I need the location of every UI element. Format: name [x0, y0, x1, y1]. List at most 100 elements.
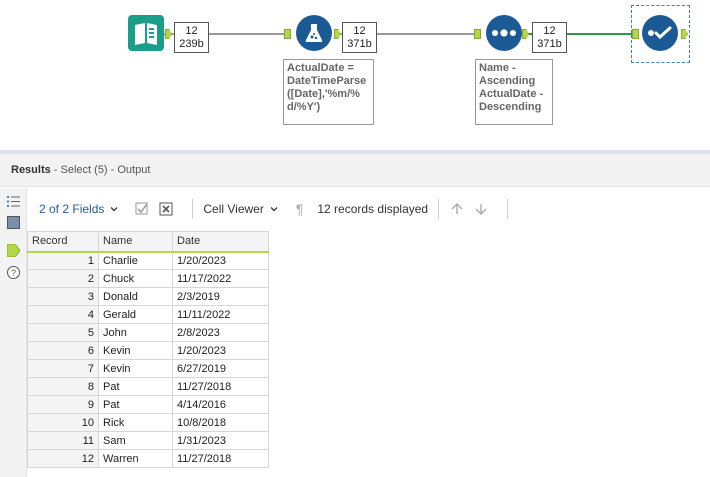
- grid-header-row: Record Name Date: [27, 231, 269, 253]
- results-title: Results: [11, 164, 51, 176]
- date-cell[interactable]: 11/11/2022: [172, 305, 269, 324]
- viewer-dropdown[interactable]: Cell Viewer: [203, 202, 278, 216]
- table-row[interactable]: 3 Donald 2/3/2019: [27, 287, 269, 306]
- name-cell[interactable]: Donald: [98, 287, 173, 306]
- record-cell[interactable]: 8: [27, 377, 99, 396]
- name-cell[interactable]: Warren: [98, 449, 173, 468]
- select-tool[interactable]: [642, 15, 678, 51]
- dots-icon: [492, 29, 516, 37]
- sort-annotation[interactable]: Name - Ascending ActualDate - Descending: [475, 59, 553, 125]
- arrow-down-icon[interactable]: [473, 201, 489, 217]
- record-count-badge: 12 371b: [532, 22, 567, 53]
- input-anchor[interactable]: [474, 29, 481, 39]
- record-cell[interactable]: 4: [27, 305, 99, 324]
- name-cell[interactable]: Kevin: [98, 359, 173, 378]
- column-header-name[interactable]: Name: [98, 231, 173, 253]
- formula-annotation[interactable]: ActualDate = DateTimeParse ([Date],'%m/%…: [283, 59, 374, 125]
- record-cell[interactable]: 2: [27, 269, 99, 288]
- fields-dropdown[interactable]: 2 of 2 Fields: [39, 202, 118, 216]
- date-cell[interactable]: 10/8/2018: [172, 413, 269, 432]
- toolbar-separator: [507, 199, 509, 219]
- date-cell[interactable]: 6/27/2019: [172, 359, 269, 378]
- flask-icon: [305, 24, 323, 42]
- sort-tool[interactable]: [486, 15, 522, 51]
- record-cell[interactable]: 12: [27, 449, 99, 468]
- table-row[interactable]: 10 Rick 10/8/2018: [27, 413, 269, 432]
- toolbar-separator: [438, 199, 440, 219]
- input-anchor[interactable]: [284, 29, 291, 39]
- date-cell[interactable]: 11/27/2018: [172, 449, 269, 468]
- pilcrow-icon[interactable]: ¶: [296, 201, 304, 217]
- table-row[interactable]: 1 Charlie 1/20/2023: [27, 251, 269, 270]
- name-cell[interactable]: Pat: [98, 395, 173, 414]
- date-cell[interactable]: 1/20/2023: [172, 341, 269, 360]
- svg-text:?: ?: [11, 268, 16, 278]
- results-header: Results - Select (5) - Output: [0, 154, 710, 187]
- results-subtitle: - Select (5) - Output: [50, 164, 151, 176]
- name-cell[interactable]: Gerald: [98, 305, 173, 324]
- list-icon[interactable]: [7, 195, 20, 208]
- badge-size: 371b: [347, 38, 372, 50]
- book-icon: [135, 23, 157, 45]
- toolbar-separator: [192, 199, 194, 219]
- viewer-label: Cell Viewer: [203, 202, 264, 216]
- checkbox-icon[interactable]: [134, 201, 150, 217]
- table-row[interactable]: 5 John 2/8/2023: [27, 323, 269, 342]
- table-row[interactable]: 12 Warren 11/27/2018: [27, 449, 269, 468]
- date-cell[interactable]: 2/3/2019: [172, 287, 269, 306]
- deselect-icon[interactable]: [158, 201, 174, 217]
- record-cell[interactable]: 7: [27, 359, 99, 378]
- table-row[interactable]: 4 Gerald 11/11/2022: [27, 305, 269, 324]
- date-cell[interactable]: 1/20/2023: [172, 251, 269, 270]
- date-cell[interactable]: 11/27/2018: [172, 377, 269, 396]
- workflow-canvas[interactable]: 12 239b 12 371b ActualDate = DateTimePar…: [0, 0, 710, 150]
- date-cell[interactable]: 1/31/2023: [172, 431, 269, 450]
- output-anchor[interactable]: [165, 29, 172, 39]
- record-cell[interactable]: 10: [27, 413, 99, 432]
- table-row[interactable]: 7 Kevin 6/27/2019: [27, 359, 269, 378]
- badge-records: 12: [543, 25, 556, 37]
- badge-records: 12: [185, 25, 198, 37]
- date-cell[interactable]: 11/17/2022: [172, 269, 269, 288]
- table-row[interactable]: 9 Pat 4/14/2016: [27, 395, 269, 414]
- checkmark-icon: [648, 26, 672, 40]
- formula-tool[interactable]: [296, 15, 332, 51]
- name-cell[interactable]: Rick: [98, 413, 173, 432]
- record-cell[interactable]: 11: [27, 431, 99, 450]
- column-header-date[interactable]: Date: [172, 231, 269, 253]
- name-cell[interactable]: Charlie: [98, 251, 173, 270]
- table-row[interactable]: 2 Chuck 11/17/2022: [27, 269, 269, 288]
- name-cell[interactable]: Pat: [98, 377, 173, 396]
- output-anchor-icon[interactable]: [7, 244, 20, 257]
- table-row[interactable]: 11 Sam 1/31/2023: [27, 431, 269, 450]
- record-cell[interactable]: 5: [27, 323, 99, 342]
- output-anchor[interactable]: [522, 29, 529, 39]
- table-row[interactable]: 8 Pat 11/27/2018: [27, 377, 269, 396]
- record-count-badge: 12 239b: [174, 22, 209, 53]
- date-cell[interactable]: 2/8/2023: [172, 323, 269, 342]
- output-anchor[interactable]: [334, 29, 341, 39]
- name-cell[interactable]: Sam: [98, 431, 173, 450]
- table-row[interactable]: 6 Kevin 1/20/2023: [27, 341, 269, 360]
- record-cell[interactable]: 3: [27, 287, 99, 306]
- badge-size: 371b: [537, 38, 562, 50]
- record-cell[interactable]: 9: [27, 395, 99, 414]
- input-anchor[interactable]: [632, 29, 639, 39]
- column-header-record[interactable]: Record: [27, 231, 99, 253]
- name-cell[interactable]: John: [98, 323, 173, 342]
- badge-size: 239b: [179, 38, 204, 50]
- table-icon[interactable]: [7, 216, 20, 229]
- name-cell[interactable]: Kevin: [98, 341, 173, 360]
- help-icon[interactable]: ?: [7, 266, 20, 279]
- record-cell[interactable]: 1: [27, 251, 99, 270]
- record-cell[interactable]: 6: [27, 341, 99, 360]
- name-cell[interactable]: Chuck: [98, 269, 173, 288]
- input-data-tool[interactable]: [128, 15, 164, 51]
- results-side-rail: ?: [0, 188, 27, 477]
- record-count-badge: 12 371b: [342, 22, 377, 53]
- results-grid[interactable]: Record Name Date 1 Charlie 1/20/2023 2 Chuck…: [27, 231, 269, 468]
- arrow-up-icon[interactable]: [449, 201, 465, 217]
- date-cell[interactable]: 4/14/2016: [172, 395, 269, 414]
- records-displayed: 12 records displayed: [317, 202, 429, 216]
- badge-records: 12: [353, 25, 366, 37]
